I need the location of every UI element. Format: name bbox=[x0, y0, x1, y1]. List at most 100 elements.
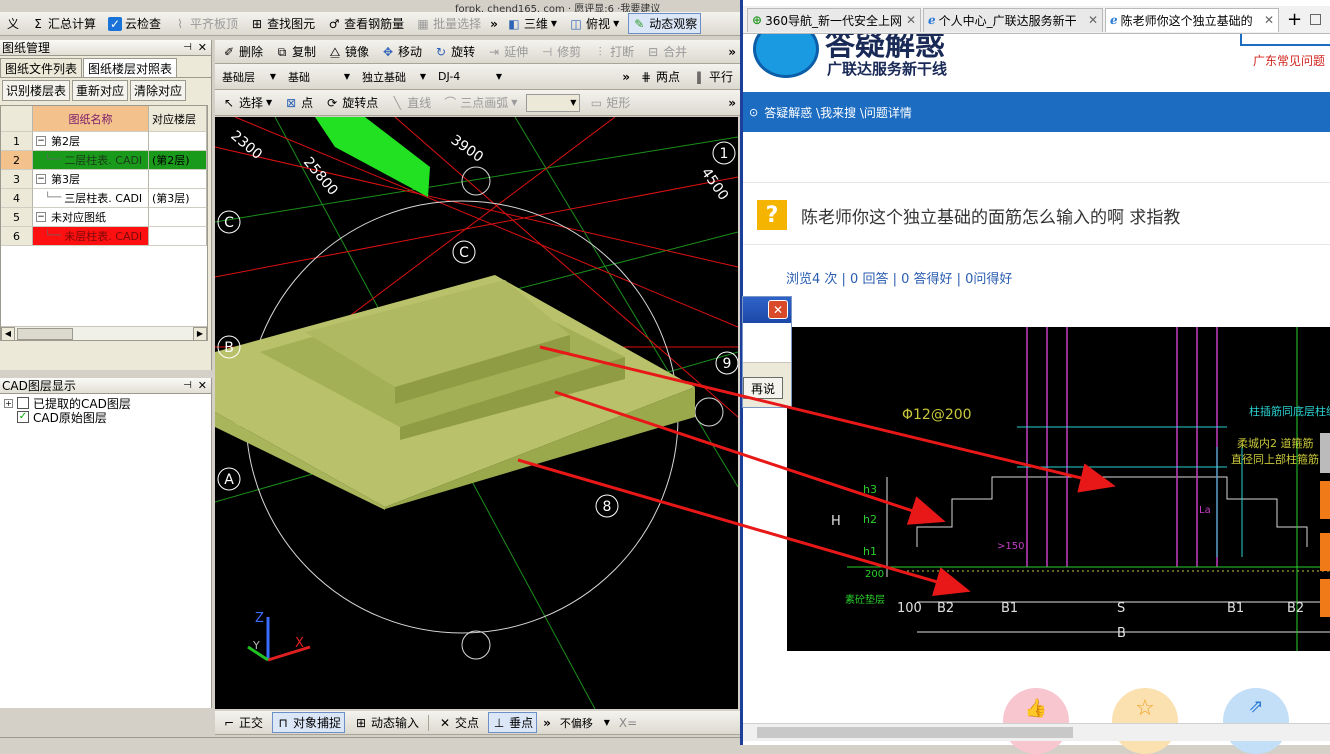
expand-icon[interactable]: + bbox=[4, 398, 13, 408]
object-snap-button[interactable]: ⊓ 对象捕捉 bbox=[272, 712, 346, 733]
table-row[interactable]: 4 └── 三层柱表. CADI (第3层) bbox=[1, 189, 207, 208]
close-icon[interactable]: ✕ bbox=[198, 41, 207, 54]
tab-close-icon[interactable]: ✕ bbox=[1088, 13, 1098, 27]
tab-floor-mapping[interactable]: 图纸楼层对照表 bbox=[83, 58, 178, 77]
point-button[interactable]: ⊠ 点 bbox=[281, 93, 316, 112]
tab-close-icon[interactable]: ✕ bbox=[1264, 13, 1274, 27]
three-point-arc-button[interactable]: ⌒ 三点画弧 ▼ bbox=[440, 93, 520, 112]
browser-tab-360[interactable]: ⊕ 360导航_新一代安全上网 ✕ bbox=[747, 7, 921, 32]
floor-cell[interactable] bbox=[149, 170, 207, 189]
3d-view-button[interactable]: ◧ 三维 ▼ bbox=[504, 14, 560, 33]
browser-scroll-thumb[interactable] bbox=[757, 727, 1073, 738]
select-button[interactable]: ↖ 选择 ▼ bbox=[219, 93, 275, 112]
cloud-check-button[interactable]: ✓ 云检查 bbox=[105, 14, 164, 33]
side-button-orange-2[interactable] bbox=[1320, 533, 1330, 571]
rotate-button[interactable]: ↻ 旋转 bbox=[431, 42, 478, 61]
browser-tab-personal[interactable]: ℯ 个人中心_广联达服务新干 ✕ bbox=[923, 7, 1103, 32]
3d-viewport[interactable]: 2300 25800 3900 4500 C C B A 1 9 8 Z Y X bbox=[215, 117, 738, 709]
drawing-name-cell[interactable]: └── 未层柱表. CADI bbox=[33, 227, 149, 246]
scroll-thumb[interactable] bbox=[17, 327, 73, 340]
type-select[interactable]: 独立基础 ▼ bbox=[359, 68, 429, 86]
table-row[interactable]: 3− 第3层 bbox=[1, 170, 207, 189]
clear-mapping-button[interactable]: 清除对应 bbox=[130, 80, 187, 101]
dynamic-input-button[interactable]: ⊞ 动态输入 bbox=[351, 713, 422, 732]
scroll-left-icon[interactable]: ◀ bbox=[1, 326, 15, 341]
like-button[interactable]: 👍 bbox=[1003, 688, 1069, 754]
pin-icon[interactable]: ⊣ bbox=[183, 42, 192, 53]
breadcrumb[interactable]: 答疑解惑 \我来搜 \问题详情 bbox=[764, 104, 912, 121]
dynamic-orbit-button[interactable]: ✎ 动态观察 bbox=[628, 13, 702, 34]
more-chevron-icon[interactable]: » bbox=[622, 70, 630, 84]
orbit-handle-right[interactable] bbox=[694, 397, 724, 427]
parallel-button[interactable]: ‖ 平行 bbox=[689, 67, 736, 86]
delete-button[interactable]: ✐ 删除 bbox=[219, 42, 266, 61]
layer-item-original[interactable]: ✓ CAD原始图层 bbox=[4, 410, 207, 425]
extend-button[interactable]: ⇥ 延伸 bbox=[484, 42, 531, 61]
find-element-button[interactable]: ⊞ 查找图元 bbox=[247, 14, 318, 33]
rectangle-button[interactable]: ▭ 矩形 bbox=[586, 93, 633, 112]
floor-select[interactable]: 基础层 ▼ bbox=[219, 68, 279, 86]
merge-button[interactable]: ⊟ 合并 bbox=[643, 42, 690, 61]
arc-type-select[interactable]: ▼ bbox=[526, 93, 581, 112]
copy-button[interactable]: ⧉ 复制 bbox=[272, 42, 319, 61]
more-chevron-icon[interactable]: » bbox=[728, 96, 736, 110]
table-row[interactable]: 5− 未对应图纸 bbox=[1, 208, 207, 227]
orbit-handle-bottom[interactable] bbox=[461, 630, 491, 660]
batch-select-button[interactable]: ▦ 批量选择 bbox=[413, 14, 484, 33]
trim-button[interactable]: ⊣ 修剪 bbox=[537, 42, 584, 61]
identify-floor-table-button[interactable]: 识别楼层表 bbox=[2, 80, 71, 101]
layer-checkbox-checked[interactable]: ✓ bbox=[17, 411, 29, 423]
perpendicular-button[interactable]: ⊥ 垂点 bbox=[488, 712, 538, 733]
name-select[interactable]: DJ-4 ▼ bbox=[435, 68, 505, 86]
floor-cell[interactable] bbox=[149, 227, 207, 246]
new-tab-button[interactable]: + bbox=[1281, 9, 1308, 30]
more-chevron-icon[interactable]: » bbox=[490, 17, 498, 31]
mirror-button[interactable]: ⧋ 镜像 bbox=[325, 42, 372, 61]
collapse-icon[interactable]: − bbox=[36, 174, 46, 184]
dialog-later-button[interactable]: 再说 bbox=[743, 377, 783, 399]
tab-close-icon[interactable]: ✕ bbox=[906, 13, 916, 27]
region-link[interactable]: 广东常见问题 bbox=[1253, 52, 1325, 69]
floor-cell[interactable]: (第2层) bbox=[149, 151, 207, 170]
toolbar-item-0[interactable]: 义 bbox=[4, 14, 22, 33]
browser-tab-question[interactable]: ℯ 陈老师你这个独立基础的 ✕ bbox=[1105, 7, 1279, 32]
remap-button[interactable]: 重新对应 bbox=[72, 80, 129, 101]
ortho-button[interactable]: ⌐ 正交 bbox=[219, 713, 266, 732]
collapse-icon[interactable]: − bbox=[36, 212, 46, 222]
drawing-name-cell[interactable]: └── 二层柱表. CADI bbox=[33, 151, 149, 170]
browser-hscrollbar[interactable] bbox=[743, 723, 1330, 741]
pin-icon[interactable]: ⊣ bbox=[183, 380, 192, 391]
table-row[interactable]: 2 └── 二层柱表. CADI (第2层) bbox=[1, 151, 207, 170]
drawing-name-cell[interactable]: └── 三层柱表. CADI bbox=[33, 189, 149, 208]
drawing-name-cell[interactable]: − 第2层 bbox=[33, 132, 149, 151]
drawing-name-cell[interactable]: − 第3层 bbox=[33, 170, 149, 189]
side-button-orange-3[interactable] bbox=[1320, 579, 1330, 617]
align-slab-button[interactable]: ⌇ 平齐板顶 bbox=[170, 14, 241, 33]
side-button-gray[interactable] bbox=[1320, 433, 1330, 473]
share-button[interactable]: ⇗ bbox=[1223, 688, 1289, 754]
scroll-right-icon[interactable]: ▶ bbox=[193, 326, 207, 341]
dialog-close-button[interactable]: ✕ bbox=[768, 300, 788, 319]
side-button-orange-1[interactable] bbox=[1320, 481, 1330, 519]
more-chevron-icon[interactable]: » bbox=[543, 716, 551, 730]
floor-cell[interactable]: (第3层) bbox=[149, 189, 207, 208]
move-button[interactable]: ✥ 移动 bbox=[378, 42, 425, 61]
two-point-button[interactable]: ⋕ 两点 bbox=[636, 67, 683, 86]
grid-hscrollbar[interactable]: ◀ ▶ bbox=[1, 326, 207, 341]
intersection-button[interactable]: ✕ 交点 bbox=[435, 713, 482, 732]
drawing-name-cell[interactable]: − 未对应图纸 bbox=[33, 208, 149, 227]
tab-drawing-files[interactable]: 图纸文件列表 bbox=[0, 58, 83, 77]
layer-checkbox[interactable] bbox=[17, 397, 29, 409]
favorite-button[interactable]: ☆ bbox=[1112, 688, 1178, 754]
collapse-icon[interactable]: − bbox=[36, 136, 46, 146]
rotate-point-button[interactable]: ⟳ 旋转点 bbox=[322, 93, 381, 112]
summary-calc-button[interactable]: Σ 汇总计算 bbox=[28, 14, 99, 33]
table-row[interactable]: 1− 第2层 bbox=[1, 132, 207, 151]
floor-cell[interactable] bbox=[149, 132, 207, 151]
view-rebar-button[interactable]: ♂ 查看钢筋量 bbox=[324, 14, 407, 33]
more-chevron-icon[interactable]: » bbox=[728, 45, 736, 59]
restore-window-icon[interactable] bbox=[1310, 14, 1322, 25]
break-button[interactable]: ⫶ 打断 bbox=[590, 42, 637, 61]
offset-select[interactable]: 不偏移 ▼ bbox=[557, 714, 613, 732]
attached-drawing[interactable]: Φ12@200 柱插筋同底层柱纵筋 柔城内2 道箍筋 直径同上部柱箍筋 >150… bbox=[787, 327, 1330, 651]
